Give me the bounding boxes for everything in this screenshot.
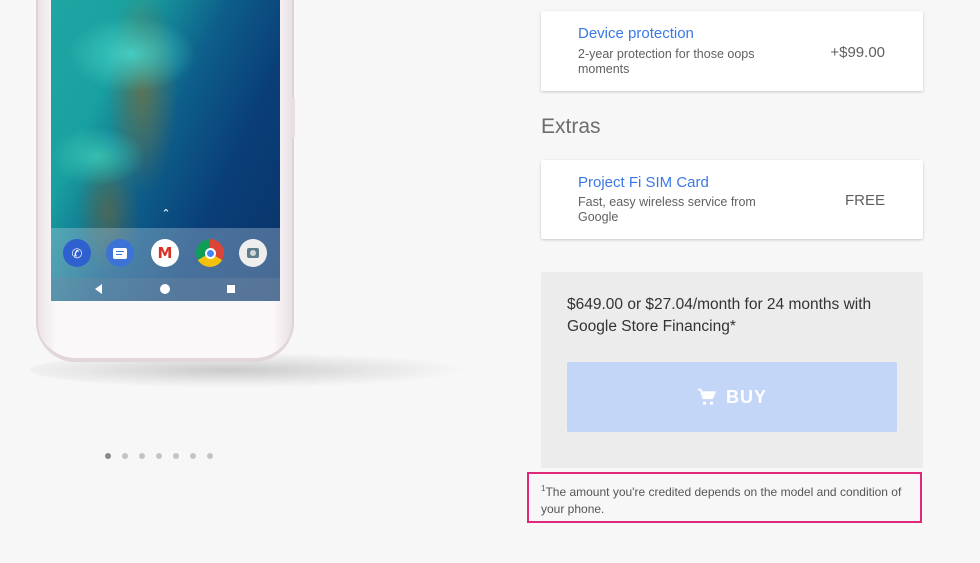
- carousel-dots: [105, 453, 213, 459]
- buy-button[interactable]: BUY: [567, 362, 897, 432]
- messages-icon: [106, 239, 134, 267]
- carousel-dot[interactable]: [190, 453, 196, 459]
- price-summary: $649.00 or $27.04/month for 24 months wi…: [567, 296, 872, 335]
- camera-icon: [239, 239, 267, 267]
- app-drawer-caret-icon: ⌃: [161, 208, 171, 220]
- back-icon: [95, 284, 102, 294]
- phone-side-button: [291, 98, 295, 138]
- carousel-dot[interactable]: [207, 453, 213, 459]
- sim-card-title: Project Fi SIM Card: [578, 174, 709, 191]
- sim-card-card[interactable]: Project Fi SIM Card Fast, easy wireless …: [541, 160, 923, 239]
- chrome-icon: [196, 239, 224, 267]
- phone-icon: ✆: [63, 239, 91, 267]
- phone-dock: ✆ M: [51, 228, 280, 278]
- sim-card-description: Fast, easy wireless service from Google: [578, 195, 756, 224]
- phone-nav-bar: [51, 278, 280, 301]
- footnote-highlight: 1The amount you're credited depends on t…: [527, 472, 922, 523]
- purchase-panel: $649.00 or $27.04/month for 24 months wi…: [541, 272, 923, 468]
- device-protection-description: 2-year protection for those oops moments: [578, 47, 755, 76]
- device-protection-title: Device protection: [578, 25, 694, 42]
- carousel-dot[interactable]: [139, 453, 145, 459]
- carousel-dot[interactable]: [105, 453, 111, 459]
- buy-button-label: BUY: [725, 386, 767, 407]
- carousel-dot[interactable]: [173, 453, 179, 459]
- carousel-dot[interactable]: [122, 453, 128, 459]
- footnote-text: The amount you're credited depends on th…: [541, 485, 902, 516]
- device-protection-card[interactable]: Device protection 2-year protection for …: [541, 11, 923, 91]
- cart-icon: [697, 388, 716, 405]
- phone-screen: ⌃ ✆ M: [51, 0, 280, 301]
- carousel-dot[interactable]: [156, 453, 162, 459]
- home-icon: [160, 284, 170, 294]
- device-protection-price: +$99.00: [830, 44, 885, 61]
- extras-heading: Extras: [541, 115, 601, 138]
- sim-card-price: FREE: [844, 192, 885, 209]
- gmail-icon: M: [151, 239, 179, 267]
- recents-icon: [227, 285, 235, 293]
